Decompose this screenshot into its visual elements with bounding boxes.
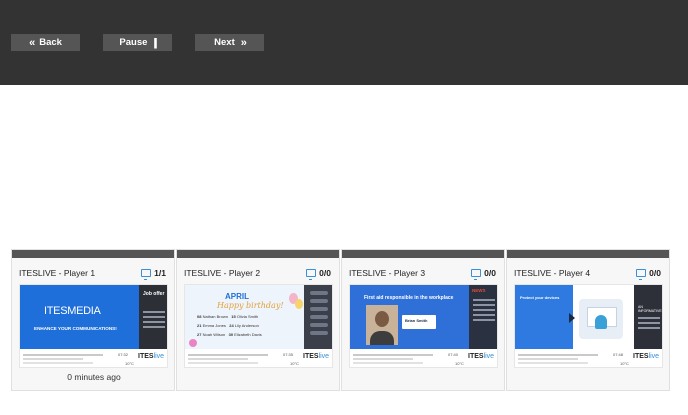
preview-logo: ITESMEDIA bbox=[44, 305, 101, 317]
preview-side: NEWS bbox=[469, 285, 497, 349]
preview-side-title: NEWS bbox=[472, 288, 486, 293]
pause-icon: || bbox=[153, 36, 157, 49]
player-name: ITESLIVE - Player 4 bbox=[514, 268, 591, 278]
preview-brand: ITESlive bbox=[633, 353, 660, 360]
screen-count: 0/0 bbox=[649, 268, 661, 278]
preview-side: Job offer bbox=[139, 285, 167, 349]
preview-time: 07:32 bbox=[118, 352, 129, 357]
monitor-icon bbox=[471, 269, 482, 280]
preview-footer: 07:32 10°C ITESlive bbox=[20, 349, 167, 367]
birthday-row: 08 Nathan Brown 15 Olivia Smith bbox=[197, 314, 259, 319]
preview-side-title: AN INFORMATIVE bbox=[638, 305, 662, 313]
preview-main: ITESMEDIA ENHANCE YOUR COMMUNICATIONS! bbox=[20, 285, 139, 349]
player-header: ITESLIVE - Player 2 0/0 bbox=[184, 267, 331, 280]
next-button[interactable]: Next » bbox=[195, 34, 264, 51]
player-preview[interactable]: APRIL Happy birthday! 08 Nathan Brown 15… bbox=[184, 284, 333, 368]
player-card[interactable]: ITESLIVE - Player 3 0/0 First aid respon… bbox=[341, 249, 505, 391]
pause-button[interactable]: Pause || bbox=[103, 34, 172, 51]
player-name: ITESLIVE - Player 2 bbox=[184, 268, 261, 278]
card-header-bar bbox=[507, 250, 669, 258]
player-header: ITESLIVE - Player 3 0/0 bbox=[349, 267, 496, 280]
preview-blue-panel: Protect your devices bbox=[515, 285, 573, 349]
top-toolbar: « Back Pause || Next » bbox=[0, 0, 688, 85]
player-preview[interactable]: Protect your devices AN INFORMATIVE 07:4… bbox=[514, 284, 663, 368]
player-header: ITESLIVE - Player 1 1/1 bbox=[19, 267, 166, 280]
card-header-bar bbox=[177, 250, 339, 258]
last-seen: 0 minutes ago bbox=[67, 372, 121, 382]
monitor-icon bbox=[141, 269, 152, 280]
player-name: ITESLIVE - Player 3 bbox=[349, 268, 426, 278]
preview-headline: Protect your devices bbox=[520, 295, 560, 300]
preview-greeting: Happy birthday! bbox=[217, 301, 284, 310]
screen-count: 0/0 bbox=[319, 268, 331, 278]
players-grid: ITESLIVE - Player 1 1/1 ITESMEDIA ENHANC… bbox=[11, 249, 670, 391]
player-count: 1/1 bbox=[141, 268, 166, 280]
pause-button-label: Pause bbox=[119, 37, 148, 48]
birthday-row: 27 Noah Wilson 30 Elizabeth Davis bbox=[197, 332, 262, 337]
preview-tagline: ENHANCE YOUR COMMUNICATIONS! bbox=[34, 326, 117, 331]
player-preview[interactable]: First aid responsible in the workplace B… bbox=[349, 284, 498, 368]
preview-main: APRIL Happy birthday! 08 Nathan Brown 15… bbox=[185, 285, 304, 349]
preview-month: APRIL bbox=[225, 292, 249, 301]
back-button[interactable]: « Back bbox=[11, 34, 80, 51]
flower-icon bbox=[189, 339, 197, 347]
preview-temp: 10°C bbox=[620, 361, 629, 366]
player-count: 0/0 bbox=[471, 268, 496, 280]
preview-temp: 10°C bbox=[455, 361, 464, 366]
preview-footer: 07:40 10°C ITESlive bbox=[350, 349, 497, 367]
screen-count: 1/1 bbox=[154, 268, 166, 278]
player-header: ITESLIVE - Player 4 0/0 bbox=[514, 267, 661, 280]
card-header-bar bbox=[342, 250, 504, 258]
preview-main: First aid responsible in the workplace B… bbox=[350, 285, 469, 349]
preview-brand: ITESlive bbox=[138, 353, 165, 360]
monitor-icon bbox=[306, 269, 317, 280]
preview-time: 07:40 bbox=[448, 352, 459, 357]
player-count: 0/0 bbox=[306, 268, 331, 280]
screen-count: 0/0 bbox=[484, 268, 496, 278]
name-card: Brian Smith bbox=[402, 315, 436, 329]
preview-side: AN INFORMATIVE bbox=[634, 285, 662, 349]
monitor-icon bbox=[636, 269, 647, 280]
person-photo bbox=[366, 305, 398, 345]
preview-time: 07:48 bbox=[613, 352, 624, 357]
player-card[interactable]: ITESLIVE - Player 2 0/0 APRIL Happy birt… bbox=[176, 249, 340, 391]
double-chevron-left-icon: « bbox=[29, 36, 35, 49]
player-card[interactable]: ITESLIVE - Player 4 0/0 Protect your dev… bbox=[506, 249, 670, 391]
preview-headline: First aid responsible in the workplace bbox=[364, 295, 454, 301]
preview-temp: 10°C bbox=[125, 361, 134, 366]
preview-side-title: Job offer bbox=[143, 291, 165, 297]
preview-brand: ITESlive bbox=[468, 353, 495, 360]
birthday-row: 21 Emma Jones 24 Lily Anderson bbox=[197, 323, 259, 328]
double-chevron-right-icon: » bbox=[240, 36, 247, 49]
player-card[interactable]: ITESLIVE - Player 1 1/1 ITESMEDIA ENHANC… bbox=[11, 249, 175, 391]
back-button-label: Back bbox=[39, 37, 62, 48]
balloon-icon bbox=[295, 299, 303, 309]
preview-brand: ITESlive bbox=[303, 353, 330, 360]
preview-temp: 10°C bbox=[290, 361, 299, 366]
arrow-icon bbox=[569, 313, 575, 323]
player-preview[interactable]: ITESMEDIA ENHANCE YOUR COMMUNICATIONS! J… bbox=[19, 284, 168, 368]
preview-footer: 07:48 10°C ITESlive bbox=[515, 349, 662, 367]
preview-footer: 07:35 10°C ITESlive bbox=[185, 349, 332, 367]
player-name: ITESLIVE - Player 1 bbox=[19, 268, 96, 278]
preview-main: Protect your devices bbox=[515, 285, 634, 349]
preview-time: 07:35 bbox=[283, 352, 294, 357]
card-header-bar bbox=[12, 250, 174, 258]
next-button-label: Next bbox=[214, 37, 235, 48]
preview-side bbox=[304, 285, 332, 349]
player-count: 0/0 bbox=[636, 268, 661, 280]
security-illustration bbox=[579, 299, 623, 339]
